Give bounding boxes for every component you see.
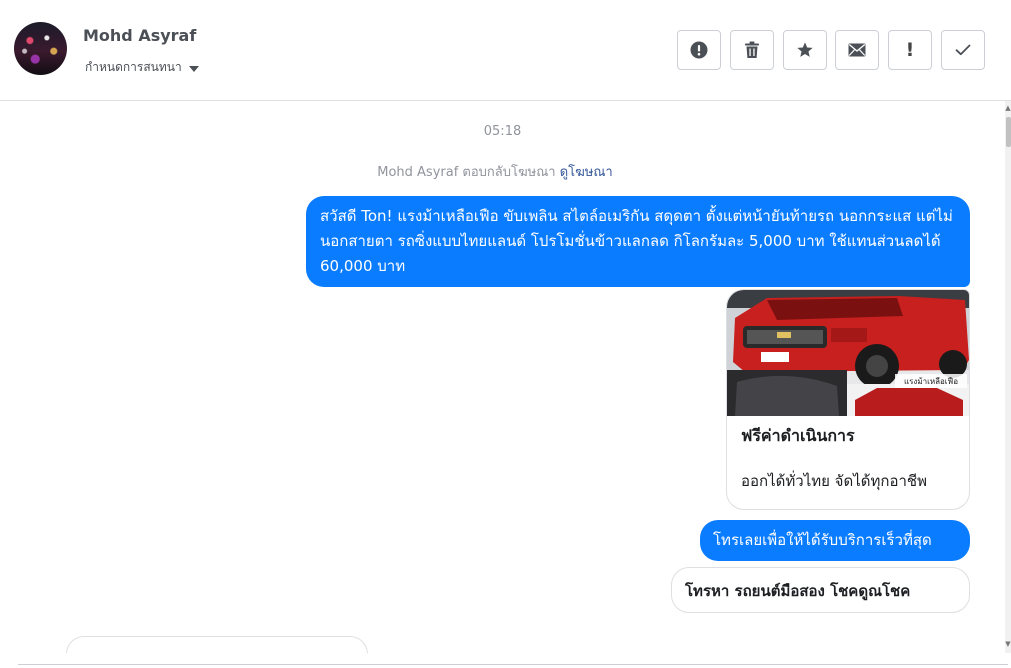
incoming-message[interactable] (66, 636, 368, 653)
follow-up-button[interactable]: ! (888, 30, 932, 70)
ad-card[interactable]: แรงม้าเหลือเฟือ ฟรีค่าดำเนินการ ออกได้ทั… (726, 289, 970, 510)
card-subtitle: ออกได้ทั่วไทย จัดได้ทุกอาชีพ (741, 472, 927, 490)
message-timestamp: 05:18 (483, 124, 522, 139)
scroll-up-arrow-icon[interactable]: ▲ (1005, 104, 1011, 112)
trash-icon (745, 41, 759, 58)
check-icon (955, 44, 971, 56)
car-photo-icon: แรงม้าเหลือเฟือ (727, 290, 969, 416)
conversation-settings-label: กำหนดการสนทนา (85, 60, 182, 74)
mark-done-button[interactable] (941, 30, 985, 70)
envelope-icon (848, 43, 866, 57)
view-ad-link[interactable]: ดูโฆษณา (560, 165, 613, 180)
contact-name[interactable]: Mohd Asyraf (83, 26, 196, 45)
ad-reply-notice: Mohd Asyraf ตอบกลับโฆษณา ดูโฆษณา (0, 161, 990, 182)
call-quick-reply-button[interactable]: โทรหา รถยนต์มือสอง โชคดูณโชค (671, 567, 970, 613)
alert-circle-icon (690, 41, 708, 59)
avatar[interactable] (14, 22, 67, 75)
outgoing-message[interactable]: โทรเลยเพื่อให้ได้รับบริการเร็วที่สุด (700, 520, 970, 561)
message-thread[interactable]: 05:18 Mohd Asyraf ตอบกลับโฆษณา ดูโฆษณา ส… (0, 101, 1005, 653)
exclamation-icon: ! (905, 39, 915, 61)
scroll-thumb[interactable] (1006, 117, 1011, 147)
composer-divider (18, 664, 1008, 665)
conversation-settings-dropdown[interactable]: กำหนดการสนทนา (85, 58, 199, 77)
report-spam-button[interactable] (677, 30, 721, 70)
outgoing-message[interactable]: สวัสดี Ton! แรงม้าเหลือเฟือ ขับเพลิน สไต… (306, 196, 970, 287)
conversation-header: Mohd Asyraf กำหนดการสนทนา ! (0, 0, 1011, 101)
card-image-caption: แรงม้าเหลือเฟือ (904, 377, 958, 386)
card-title: ฟรีค่าดำเนินการ (741, 426, 855, 445)
composer-area (0, 653, 1011, 668)
scroll-down-arrow-icon[interactable]: ▼ (1005, 640, 1011, 648)
star-button[interactable] (783, 30, 827, 70)
chat-scrollbar[interactable] (1005, 101, 1011, 653)
ad-reply-text: Mohd Asyraf ตอบกลับโฆษณา (377, 165, 556, 180)
delete-button[interactable] (730, 30, 774, 70)
star-icon (797, 42, 813, 57)
mark-unread-button[interactable] (835, 30, 879, 70)
caret-down-icon (188, 65, 199, 72)
